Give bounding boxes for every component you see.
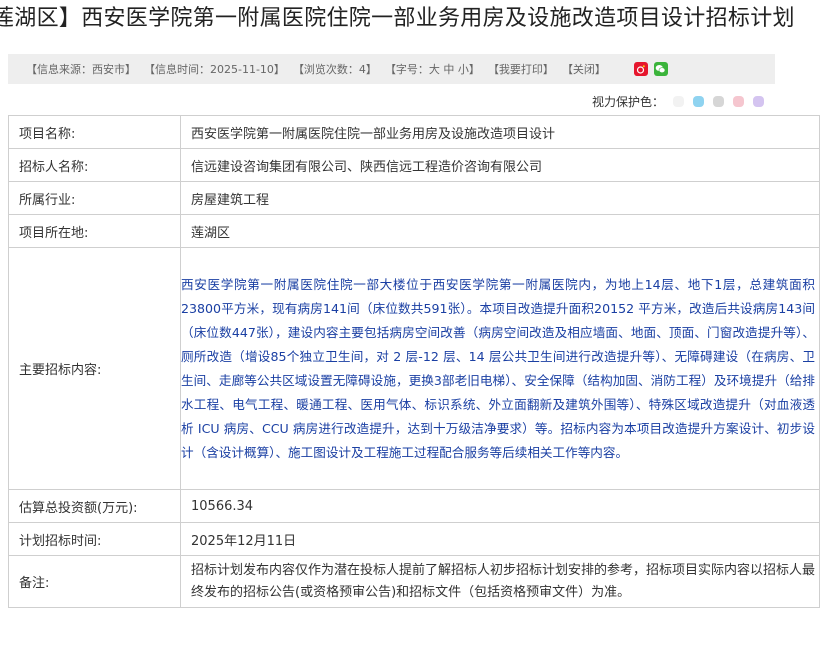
row-value: 信远建设咨询集团有限公司、陕西信远工程造价咨询有限公司: [180, 148, 820, 182]
table-row: 估算总投资额(万元): 10566.34: [8, 489, 820, 523]
table-row: 主要招标内容: 西安医学院第一附属医院住院一部大楼位于西安医学院第一附属医院内，…: [8, 247, 820, 490]
info-bar: 【信息来源：西安市】 【信息时间：2025-11-10】 【浏览次数：4】 【字…: [8, 54, 775, 84]
info-views: 【浏览次数：4】: [292, 63, 377, 76]
color-swatch-white[interactable]: [673, 95, 684, 107]
eye-protect-bar: 视力保护色：: [592, 92, 764, 110]
weibo-icon[interactable]: [633, 62, 648, 76]
table-row: 备注: 招标计划发布内容仅作为潜在投标人提前了解招标人初步招标计划安排的参考，招…: [8, 555, 820, 608]
row-value: 西安医学院第一附属医院住院一部业务用房及设施改造项目设计: [180, 115, 820, 149]
row-value: 10566.34: [180, 489, 820, 523]
color-swatch-blue[interactable]: [693, 95, 704, 107]
color-swatch-pink[interactable]: [733, 95, 744, 107]
page-title: 莲湖区】西安医学院第一附属医院住院一部业务用房及设施改造项目设计招标计划: [0, 6, 795, 31]
row-label: 计划招标时间:: [8, 522, 181, 556]
row-label: 所属行业:: [8, 181, 181, 215]
table-row: 计划招标时间: 2025年12月11日: [8, 522, 820, 556]
table-row: 项目所在地: 莲湖区: [8, 214, 820, 248]
row-value: 房屋建筑工程: [180, 181, 820, 215]
row-label: 项目所在地:: [8, 214, 181, 248]
font-size-control[interactable]: 【字号：大 中 小】: [385, 61, 480, 77]
print-link[interactable]: 【我要打印】: [488, 61, 554, 77]
table-row: 项目名称: 西安医学院第一附属医院住院一部业务用房及设施改造项目设计: [8, 115, 820, 149]
row-label: 备注:: [8, 555, 181, 608]
row-value: 莲湖区: [180, 214, 820, 248]
color-swatch-purple[interactable]: [753, 95, 764, 107]
row-value: 西安医学院第一附属医院住院一部大楼位于西安医学院第一附属医院内，为地上14层、地…: [180, 247, 820, 490]
row-value: 招标计划发布内容仅作为潜在投标人提前了解招标人初步招标计划安排的参考，招标项目实…: [180, 555, 820, 608]
row-label: 招标人名称:: [8, 148, 181, 182]
project-info-table: 项目名称: 西安医学院第一附属医院住院一部业务用房及设施改造项目设计 招标人名称…: [8, 115, 820, 608]
table-row: 招标人名称: 信远建设咨询集团有限公司、陕西信远工程造价咨询有限公司: [8, 148, 820, 182]
table-row: 所属行业: 房屋建筑工程: [8, 181, 820, 215]
close-link[interactable]: 【关闭】: [562, 61, 606, 77]
info-source: 【信息来源：西安市】: [26, 63, 136, 76]
share-icons: [633, 62, 668, 76]
wechat-icon[interactable]: [653, 62, 668, 76]
row-label: 项目名称:: [8, 115, 181, 149]
row-value: 2025年12月11日: [180, 522, 820, 556]
color-swatch-gray[interactable]: [713, 95, 724, 107]
eye-protect-label: 视力保护色：: [591, 94, 664, 109]
info-time: 【信息时间：2025-11-10】: [144, 63, 285, 76]
row-label: 估算总投资额(万元):: [8, 489, 181, 523]
row-label: 主要招标内容:: [8, 247, 181, 490]
